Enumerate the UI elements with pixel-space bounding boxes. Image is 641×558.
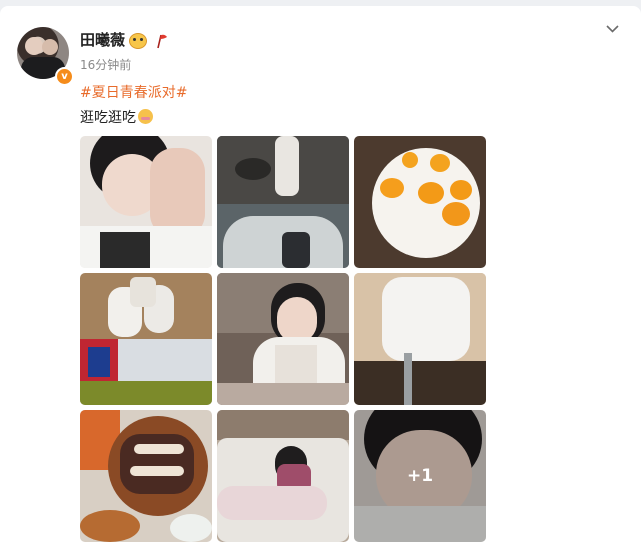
verified-badge-icon: v — [55, 67, 74, 86]
chevron-down-icon[interactable] — [605, 21, 620, 36]
photo-lying-on-sofa[interactable] — [217, 410, 349, 542]
flag-icon — [157, 34, 167, 49]
topic-link[interactable]: #夏日青春派对# — [80, 82, 187, 102]
photo-grilled-ribs-dish[interactable] — [80, 410, 212, 542]
emoji-badge-icon — [129, 33, 147, 49]
photo-eating-with-chopsticks[interactable] — [217, 273, 349, 405]
photo-fried-eggs[interactable] — [354, 136, 486, 268]
laughing-emoji-icon — [138, 109, 153, 124]
post-text-label: 逛吃逛吃 — [80, 110, 136, 126]
post-time[interactable]: 16分钟前 — [80, 56, 131, 73]
more-photos-overlay[interactable]: +1 — [354, 410, 486, 542]
photo-close-up-selfie[interactable]: +1 — [354, 410, 486, 542]
post-text: 逛吃逛吃 — [80, 107, 153, 127]
username[interactable]: 田曦薇 — [80, 29, 125, 50]
post-card: v 田曦薇 16分钟前 #夏日青春派对# 逛吃逛吃 +1 — [0, 6, 641, 558]
photo-street-and-phone-camera[interactable] — [217, 136, 349, 268]
more-photos-count: +1 — [406, 466, 434, 486]
photo-white-shoes-and-bag[interactable] — [80, 273, 212, 405]
photo-shirt-and-flask[interactable] — [354, 273, 486, 405]
photo-grid: +1 — [80, 136, 486, 546]
photo-selfie-hand-on-face[interactable] — [80, 136, 212, 268]
